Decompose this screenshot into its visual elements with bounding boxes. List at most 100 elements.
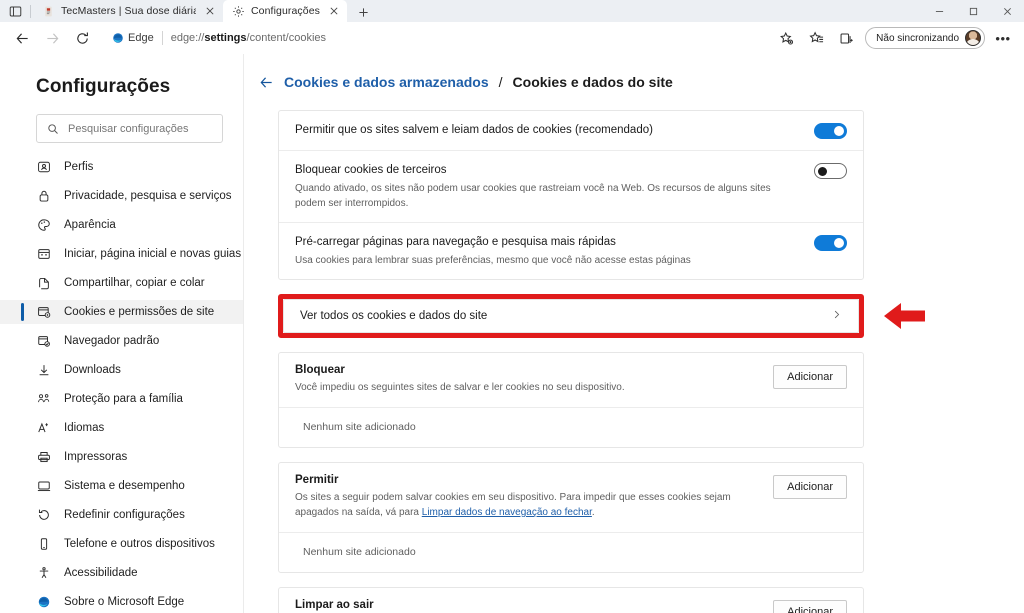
row-texts: Permitir Os sites a seguir podem salvar … — [295, 474, 759, 520]
sidebar-item-protecao-familia[interactable]: Proteção para a família — [0, 387, 243, 411]
view-all-cookies-row[interactable]: Ver todos os cookies e dados do site — [283, 299, 859, 333]
sidebar-item-label: Compartilhar, copiar e colar — [64, 277, 205, 289]
forward-icon[interactable] — [38, 25, 66, 51]
view-all-cookies-label: Ver todos os cookies e dados do site — [300, 310, 488, 322]
back-icon[interactable] — [8, 25, 36, 51]
address-bar[interactable]: Edge edge://settings/content/cookies — [102, 26, 765, 50]
close-icon[interactable] — [326, 4, 341, 19]
sidebar-item-perfis[interactable]: Perfis — [0, 155, 243, 179]
startup-icon — [36, 247, 51, 262]
sidebar-item-telefone[interactable]: Telefone e outros dispositivos — [0, 532, 243, 556]
sidebar-item-label: Impressoras — [64, 451, 128, 463]
view-all-highlight-wrapper: Ver todos os cookies e dados do site — [278, 294, 925, 338]
add-favorite-icon[interactable] — [772, 25, 800, 51]
search-placeholder: Pesquisar configurações — [68, 122, 189, 135]
edge-icon — [36, 595, 51, 610]
system-icon — [36, 479, 51, 494]
cookie-toggles-card: Permitir que os sites salvem e leiam dad… — [278, 110, 864, 280]
sidebar-item-label: Perfis — [64, 161, 94, 173]
printer-icon — [36, 450, 51, 465]
breadcrumb-parent-link[interactable]: Cookies e dados armazenados — [284, 74, 489, 90]
setting-row-allow-cookies[interactable]: Permitir que os sites salvem e leiam dad… — [279, 111, 863, 151]
sidebar-item-sobre-edge[interactable]: Sobre o Microsoft Edge — [0, 590, 243, 613]
section-description: Os sites a seguir podem salvar cookies e… — [295, 492, 731, 518]
breadcrumb-back-icon[interactable] — [258, 74, 274, 90]
setting-title: Bloquear cookies de terceiros — [295, 164, 447, 176]
accessibility-icon — [36, 566, 51, 581]
breadcrumb-current: Cookies e dados do site — [512, 74, 673, 90]
sidebar-item-idiomas[interactable]: Idiomas — [0, 416, 243, 440]
sidebar-item-aparencia[interactable]: Aparência — [0, 213, 243, 237]
add-button-bloquear[interactable]: Adicionar — [773, 365, 847, 389]
setting-description: Quando ativado, os sites não podem usar … — [295, 183, 771, 209]
breadcrumb: Cookies e dados armazenados / Cookies e … — [244, 74, 1024, 90]
reset-icon — [36, 508, 51, 523]
maximize-icon[interactable] — [956, 0, 990, 22]
sidebar-item-sistema[interactable]: Sistema e desempenho — [0, 474, 243, 498]
favorites-icon[interactable] — [802, 25, 830, 51]
collections-icon[interactable] — [832, 25, 860, 51]
language-icon — [36, 421, 51, 436]
settings-sidebar: Configurações Pesquisar configurações Pe… — [0, 54, 244, 613]
setting-row-preload[interactable]: Pré-carregar páginas para navegação e pe… — [279, 223, 863, 279]
toggle-allow-cookies[interactable] — [814, 123, 847, 139]
sidebar-item-iniciar[interactable]: Iniciar, página inicial e novas guias — [0, 242, 243, 266]
breadcrumb-separator: / — [498, 74, 503, 90]
section-header: Permitir Os sites a seguir podem salvar … — [279, 463, 863, 533]
setting-row-block-third-party[interactable]: Bloquear cookies de terceiros Quando ati… — [279, 151, 863, 223]
tecmasters-favicon — [42, 5, 55, 18]
sidebar-item-label: Proteção para a família — [64, 393, 183, 405]
add-button-limpar-ao-sair[interactable]: Adicionar — [773, 600, 847, 613]
tab-title: Configurações — [251, 5, 321, 17]
sidebar-item-label: Downloads — [64, 364, 121, 376]
tab-divider — [30, 4, 31, 18]
toggle-preload[interactable] — [814, 235, 847, 251]
avatar — [965, 30, 981, 46]
address-bar-url: edge://settings/content/cookies — [170, 32, 327, 44]
browser-tab-2[interactable]: Configurações — [223, 0, 348, 22]
profile-status-label: Não sincronizando — [876, 32, 959, 44]
page-title: Configurações — [36, 76, 171, 97]
minimize-icon[interactable] — [922, 0, 956, 22]
sidebar-item-label: Sistema e desempenho — [64, 480, 185, 492]
settings-content: Cookies e dados armazenados / Cookies e … — [244, 54, 1024, 613]
sidebar-item-navegador-padrao[interactable]: Navegador padrão — [0, 329, 243, 353]
search-input[interactable]: Pesquisar configurações — [36, 114, 223, 143]
sidebar-item-downloads[interactable]: Downloads — [0, 358, 243, 382]
setting-title: Permitir que os sites salvem e leiam dad… — [295, 124, 653, 136]
sidebar-item-privacidade[interactable]: Privacidade, pesquisa e serviços — [0, 184, 243, 208]
sidebar-item-label: Telefone e outros dispositivos — [64, 538, 215, 550]
new-tab-icon[interactable] — [351, 2, 375, 22]
sidebar-item-acessibilidade[interactable]: Acessibilidade — [0, 561, 243, 585]
section-card-permitir: Permitir Os sites a seguir podem salvar … — [278, 462, 864, 573]
edge-brand-label: Edge — [128, 32, 154, 44]
annotation-red-box: Ver todos os cookies e dados do site — [278, 294, 864, 338]
close-icon[interactable] — [202, 4, 217, 19]
close-window-icon[interactable] — [990, 0, 1024, 22]
family-icon — [36, 392, 51, 407]
sidebar-item-compartilhar[interactable]: Compartilhar, copiar e colar — [0, 271, 243, 295]
tab-title: TecMasters | Sua dose diária de T — [61, 5, 196, 17]
section-empty-state: Nenhum site adicionado — [303, 546, 416, 558]
tab-actions-icon[interactable] — [0, 0, 30, 22]
edge-browser-window: TecMasters | Sua dose diária de T Config… — [0, 0, 1024, 613]
chevron-right-icon — [831, 309, 842, 323]
clear-on-close-link[interactable]: Limpar dados de navegação ao fechar — [422, 507, 592, 518]
profile-button[interactable]: Não sincronizando — [865, 27, 985, 49]
settings-and-more-icon[interactable]: ••• — [990, 25, 1016, 51]
sidebar-item-label: Sobre o Microsoft Edge — [64, 596, 185, 608]
sidebar-item-cookies[interactable]: Cookies e permissões de site — [0, 300, 243, 324]
default-browser-icon — [36, 334, 51, 349]
sidebar-item-impressoras[interactable]: Impressoras — [0, 445, 243, 469]
row-texts: Bloquear Você impediu os seguintes sites… — [295, 364, 759, 395]
row-texts: Pré-carregar páginas para navegação e pe… — [295, 234, 802, 268]
refresh-icon[interactable] — [68, 25, 96, 51]
sidebar-item-redefinir[interactable]: Redefinir configurações — [0, 503, 243, 527]
row-texts: Limpar ao sair Para limpar todos os cook… — [295, 599, 759, 613]
sidebar-item-label: Iniciar, página inicial e novas guias — [64, 248, 242, 260]
toggle-block-third-party[interactable] — [814, 163, 847, 179]
add-button-permitir[interactable]: Adicionar — [773, 475, 847, 499]
settings-page: Configurações Pesquisar configurações Pe… — [0, 54, 1024, 613]
appearance-icon — [36, 218, 51, 233]
browser-tab-1[interactable]: TecMasters | Sua dose diária de T — [33, 0, 223, 22]
